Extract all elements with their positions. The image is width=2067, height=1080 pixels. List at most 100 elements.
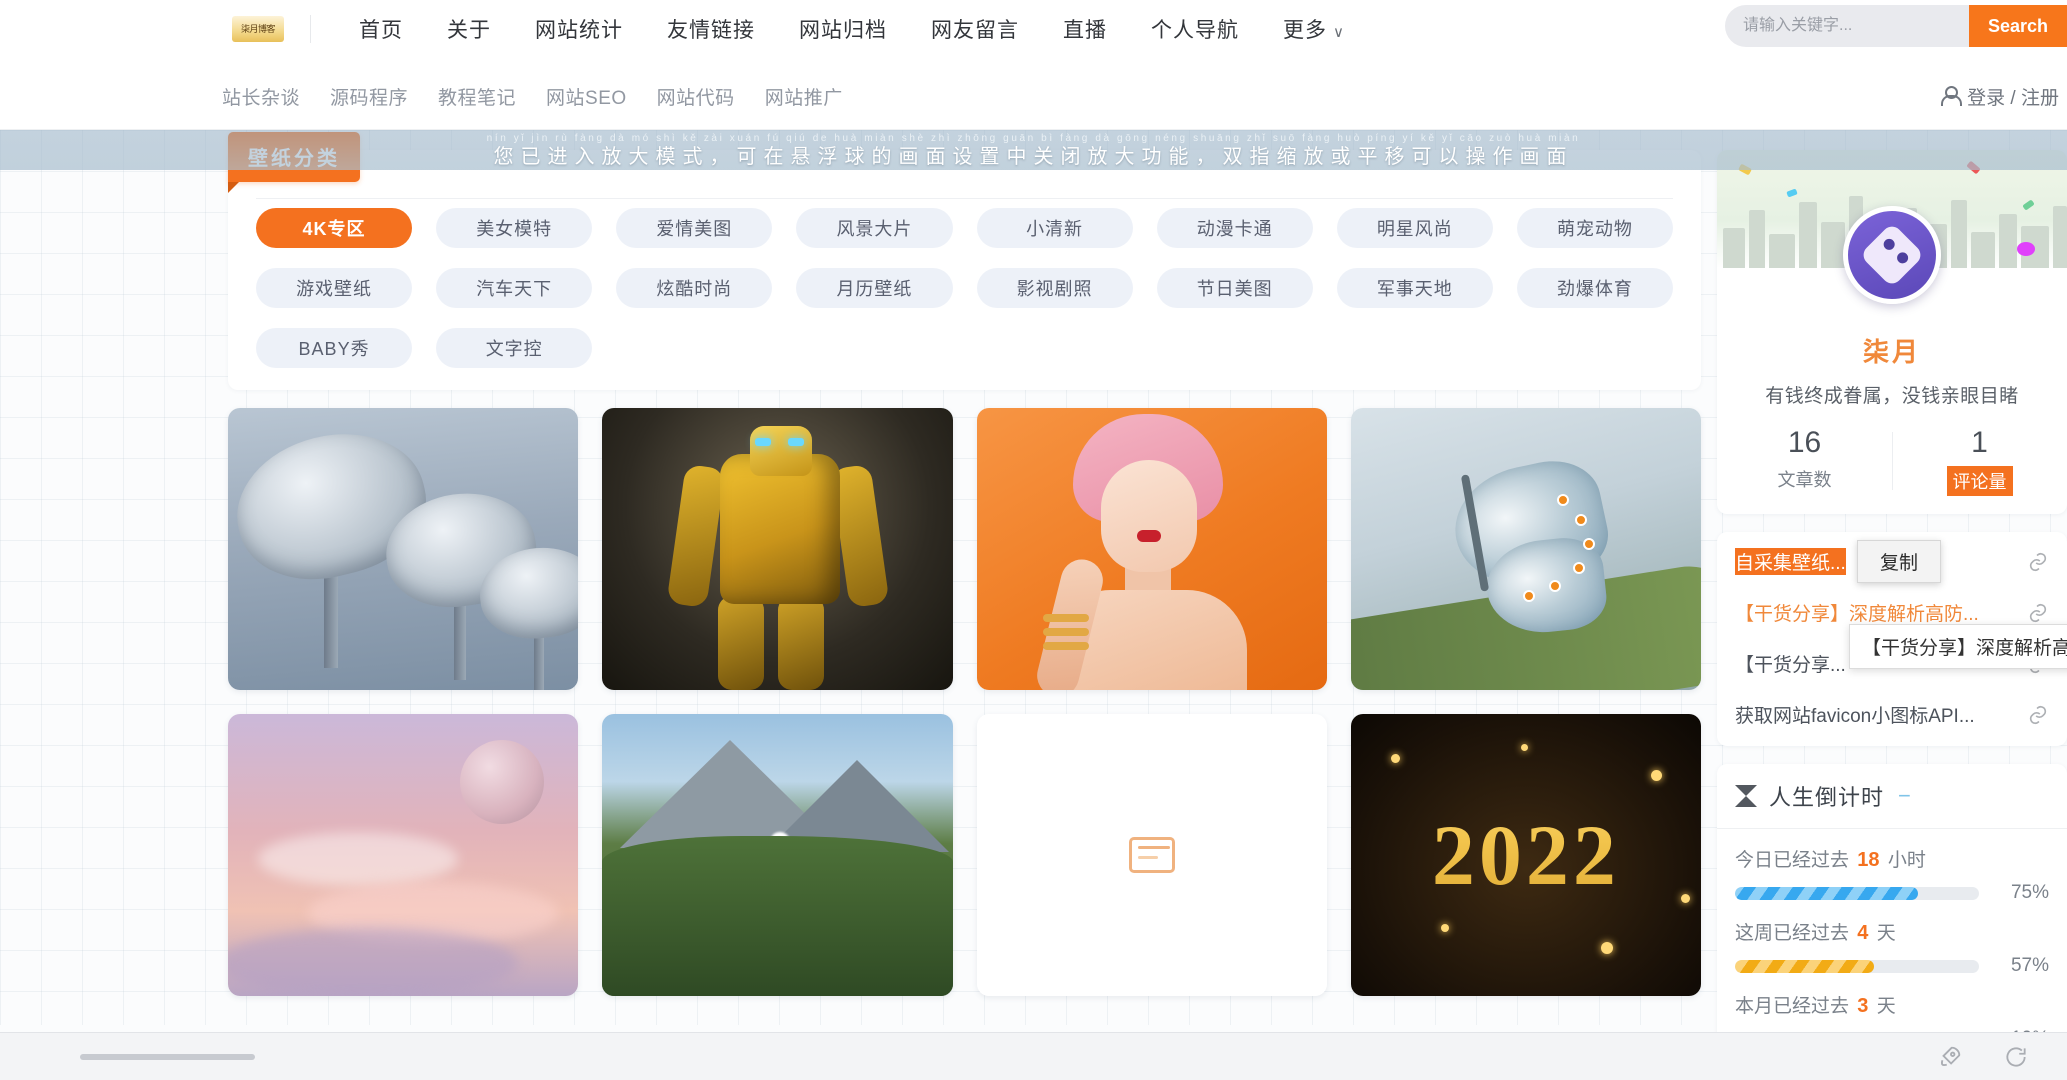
mountain-waterfall-image: [602, 714, 953, 996]
main-nav: 首页 关于 网站统计 友情链接 网站归档 网友留言 直播 个人导航 更多 ∨: [337, 14, 1367, 44]
site-logo[interactable]: 柒月博客: [232, 15, 284, 42]
nav-item-live[interactable]: 直播: [1041, 14, 1129, 44]
stat-comment-count: 1 评论量: [1892, 426, 2067, 496]
countdown-row-month-label: 本月已经过去 3 天: [1735, 991, 2049, 1018]
nav-item-personal-nav[interactable]: 个人导航: [1129, 14, 1261, 44]
nav-item-site-stats[interactable]: 网站统计: [513, 14, 645, 44]
site-logo-text: 柒月博客: [240, 24, 276, 34]
nav-item-home[interactable]: 首页: [337, 14, 425, 44]
search-input[interactable]: [1725, 5, 1969, 47]
countdown-week-percent: 57%: [2010, 955, 2049, 976]
image-placeholder-icon: [976, 714, 1327, 996]
nav-item-about[interactable]: 关于: [425, 14, 513, 44]
category-tag-movie-stills[interactable]: 影视剧照: [976, 268, 1133, 308]
stat-comment-count-label: 评论量: [1946, 466, 2013, 496]
subnav-item-source-code[interactable]: 源码程序: [330, 83, 408, 110]
stat-article-count: 16 文章数: [1717, 426, 1892, 496]
countdown-today-value: 18: [1857, 849, 1880, 871]
article-list-item[interactable]: 获取网站favicon小图标API...: [1717, 689, 2067, 740]
countdown-today-percent: 75%: [2010, 882, 2049, 903]
category-tag-cars[interactable]: 汽车天下: [436, 268, 593, 308]
category-tag-holiday[interactable]: 节日美图: [1156, 268, 1313, 308]
category-tag-4k[interactable]: 4K专区: [256, 208, 413, 248]
avatar[interactable]: [1843, 206, 1941, 304]
subnav-item-site-code[interactable]: 网站代码: [657, 83, 735, 110]
user-icon: [1940, 86, 1963, 107]
category-tag-landscape[interactable]: 风景大片: [796, 208, 953, 248]
subnav-item-webmaster-talk[interactable]: 站长杂谈: [222, 83, 300, 110]
subnav-item-site-seo[interactable]: 网站SEO: [546, 83, 627, 110]
profile-card: 柒月 有钱终成眷属，没钱亲眼目睹 16 文章数 1 评论量: [1717, 150, 2067, 514]
page-viewport: 柒月博客 首页 关于 网站统计 友情链接 网站归档 网友留言 直播 个人导航 更…: [0, 0, 2067, 1080]
mech-robot-image: [602, 408, 953, 690]
category-tag-celebrity[interactable]: 明星风尚: [1336, 208, 1493, 248]
category-tag-game[interactable]: 游戏壁纸: [256, 268, 413, 308]
category-tag-pets[interactable]: 萌宠动物: [1516, 208, 1673, 248]
countdown-title: 人生倒计时: [1769, 785, 1885, 810]
category-tag-spacer: [616, 328, 772, 368]
chevron-down-icon: ∨: [1333, 23, 1345, 41]
wallpaper-card-placeholder[interactable]: [976, 714, 1327, 996]
link-icon: [2029, 705, 2047, 724]
category-tag-spacer: [977, 328, 1133, 368]
subnav-item-site-promotion[interactable]: 网站推广: [765, 83, 843, 110]
nav-item-archive[interactable]: 网站归档: [777, 14, 909, 44]
countdown-header: 人生倒计时 −: [1717, 764, 2067, 829]
wallpaper-grid: 2022: [228, 408, 1701, 996]
nav-item-friend-links[interactable]: 友情链接: [645, 14, 777, 44]
logo-divider: [310, 14, 311, 43]
wallpaper-category-panel: 壁纸分类 4K专区 美女模特 爱情美图 风景大片 小清新 动漫卡通 明星风尚 萌…: [228, 132, 1701, 390]
hourglass-icon: [1735, 784, 1757, 808]
stat-article-count-value: 16: [1787, 426, 1822, 459]
collapse-icon[interactable]: −: [1898, 783, 1912, 809]
model-portrait-image: [976, 408, 1327, 690]
article-list-card: 自采集壁纸... 【干货分享】深度解析高防... 【干货分享... 获取网站fa…: [1717, 532, 2067, 746]
bottom-tab-indicator[interactable]: [80, 1053, 255, 1060]
category-tag-love[interactable]: 爱情美图: [616, 208, 773, 248]
nav-item-more[interactable]: 更多 ∨: [1261, 14, 1367, 44]
rocket-icon[interactable]: [1937, 1044, 1963, 1070]
category-tag-baby[interactable]: BABY秀: [256, 328, 413, 368]
wallpaper-card-pink-clouds[interactable]: [228, 714, 579, 996]
category-tag-calendar[interactable]: 月历壁纸: [796, 268, 953, 308]
wallpaper-card-butterfly[interactable]: [1350, 408, 1701, 690]
article-title: 【干货分享...: [1735, 655, 1846, 676]
sub-nav: 站长杂谈 源码程序 教程笔记 网站SEO 网站代码 网站推广: [222, 83, 873, 110]
category-tag-military[interactable]: 军事天地: [1336, 268, 1493, 308]
category-tag-model[interactable]: 美女模特: [436, 208, 593, 248]
wallpaper-card-mech-robot[interactable]: [602, 408, 953, 690]
category-tag-typography[interactable]: 文字控: [436, 328, 593, 368]
search-button[interactable]: Search: [1969, 5, 2067, 47]
pink-clouds-image: [228, 714, 579, 996]
copy-context-menu-item[interactable]: 复制: [1857, 540, 1942, 583]
countdown-week-unit: 天: [1876, 923, 1896, 944]
progress-fill-week: [1735, 959, 1875, 973]
radio-telescope-image: [228, 408, 579, 690]
category-tag-fresh[interactable]: 小清新: [976, 208, 1133, 248]
refresh-icon[interactable]: [2003, 1044, 2029, 1070]
countdown-week-value: 4: [1857, 922, 1869, 944]
category-tag-anime[interactable]: 动漫卡通: [1156, 208, 1313, 248]
countdown-month-value: 3: [1857, 995, 1869, 1017]
category-tag-sports[interactable]: 劲爆体育: [1516, 268, 1673, 308]
countdown-month-unit: 天: [1876, 996, 1896, 1017]
progress-track-today: [1735, 886, 1979, 900]
subnav-item-tutorial-notes[interactable]: 教程笔记: [438, 83, 516, 110]
page-scrollbar[interactable]: [2061, 130, 2067, 1032]
wallpaper-card-mountain-waterfall[interactable]: [602, 714, 953, 996]
login-register-link[interactable]: 登录 / 注册: [1940, 83, 2059, 110]
search-area: Search: [1725, 5, 2067, 47]
right-sidebar: 柒月 有钱终成眷属，没钱亲眼目睹 16 文章数 1 评论量 自采集壁纸... 【…: [1717, 150, 2067, 1080]
browser-bottom-bar: [0, 1032, 2067, 1080]
category-tag-cool-fashion[interactable]: 炫酷时尚: [616, 268, 773, 308]
category-tag-grid: 4K专区 美女模特 爱情美图 风景大片 小清新 动漫卡通 明星风尚 萌宠动物 游…: [256, 208, 1673, 368]
wallpaper-card-radio-telescope[interactable]: [228, 408, 579, 690]
countdown-week-prefix: 这周已经过去: [1735, 923, 1850, 944]
magnify-mode-banner: nín yǐ jìn rù fàng dà mó shì kě zài xuán…: [0, 130, 2067, 170]
profile-stats: 16 文章数 1 评论量: [1717, 426, 2067, 496]
wallpaper-card-model-portrait[interactable]: [976, 408, 1327, 690]
wallpaper-card-new-year-2022[interactable]: 2022: [1350, 714, 1701, 996]
bottom-bar-actions: [1937, 1044, 2029, 1070]
nav-item-guestbook[interactable]: 网友留言: [909, 14, 1041, 44]
login-register-label: 登录 / 注册: [1967, 88, 2059, 109]
